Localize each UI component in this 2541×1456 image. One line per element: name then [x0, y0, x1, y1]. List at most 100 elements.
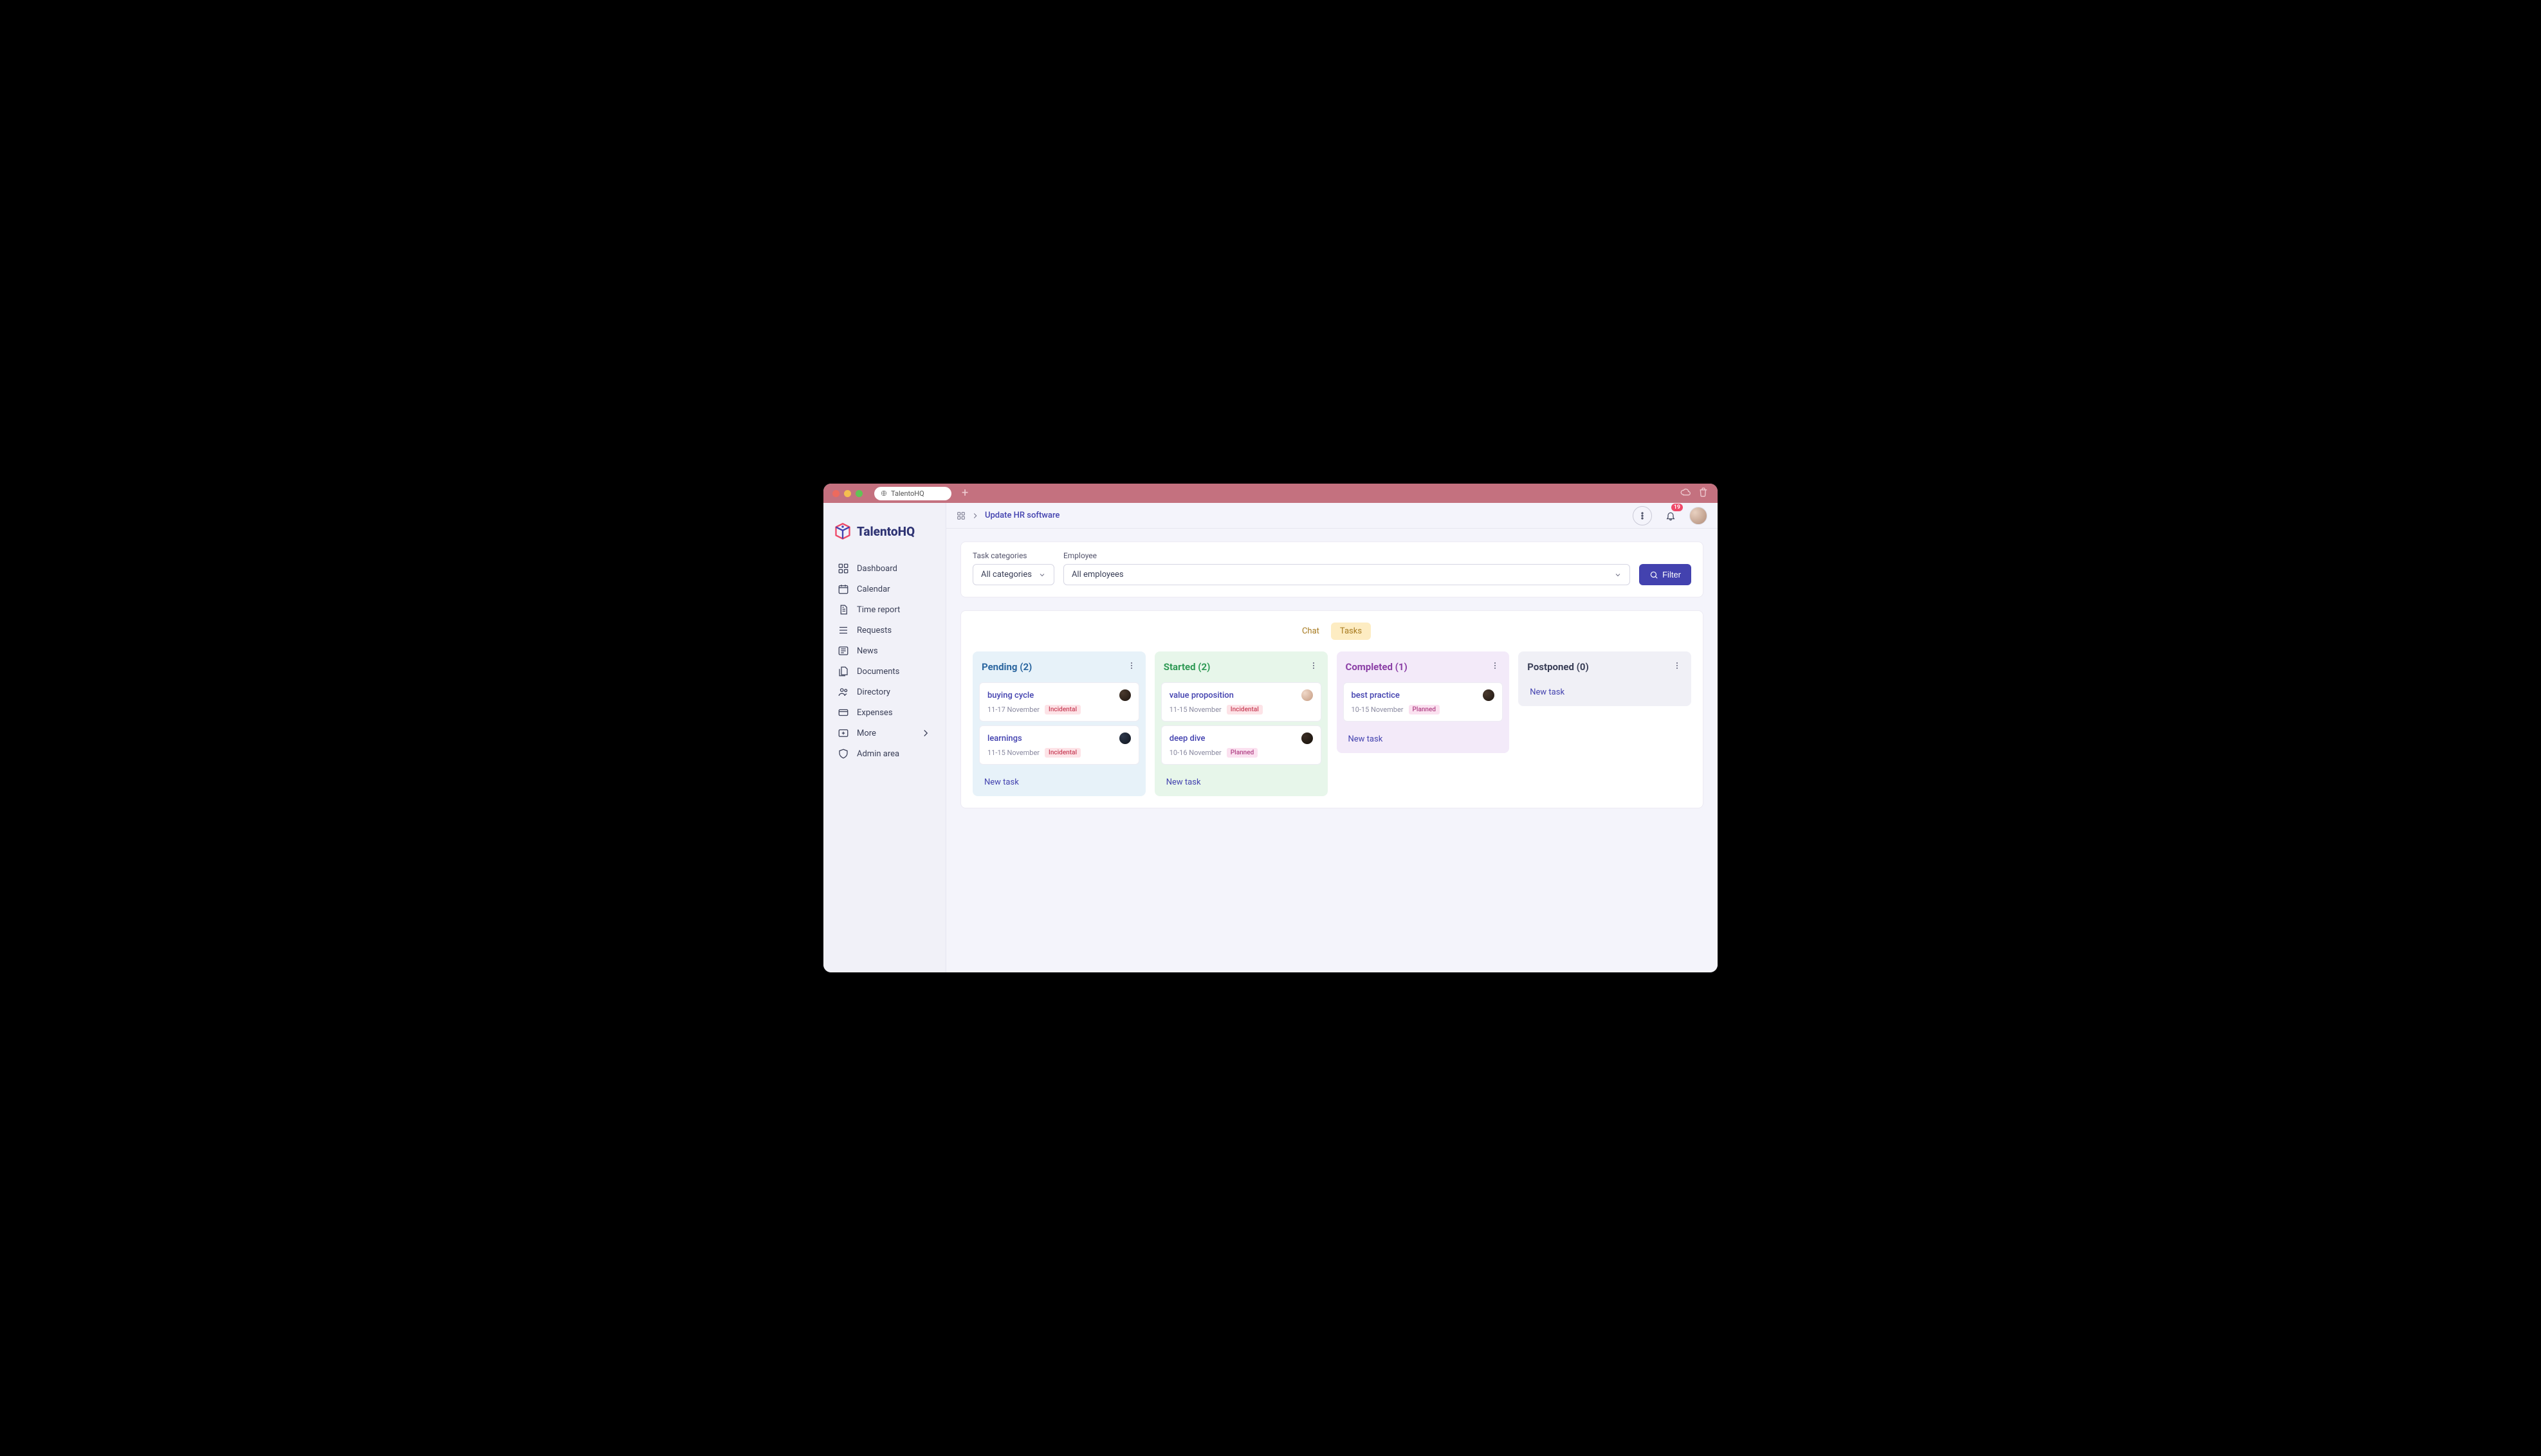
- board-columns: Pending (2) buying cycle: [973, 651, 1691, 796]
- column-postponed: Postponed (0) New task: [1518, 651, 1691, 706]
- grid-icon: [838, 563, 849, 574]
- employee-label: Employee: [1063, 551, 1630, 560]
- chevron-right-icon: [920, 727, 931, 739]
- task-dates: 11-15 November: [1170, 705, 1222, 714]
- sidebar-item-label: Directory: [857, 687, 890, 697]
- new-task-button[interactable]: New task: [1155, 770, 1328, 796]
- apps-icon[interactable]: [957, 511, 966, 520]
- sidebar-item-label: Requests: [857, 626, 892, 635]
- column-title: Postponed (0): [1527, 661, 1589, 673]
- trash-icon[interactable]: [1698, 487, 1709, 500]
- dots-vertical-icon: [1672, 660, 1682, 671]
- news-icon: [838, 645, 849, 657]
- task-dates: 11-17 November: [987, 705, 1040, 714]
- task-dates: 10-15 November: [1352, 705, 1404, 714]
- sidebar-item-label: Admin area: [857, 749, 899, 759]
- minimize-window-button[interactable]: [844, 490, 851, 497]
- sidebar-item-admin[interactable]: Admin area: [832, 743, 937, 764]
- sidebar-item-news[interactable]: News: [832, 641, 937, 661]
- tab-tasks[interactable]: Tasks: [1331, 623, 1371, 640]
- more-menu-button[interactable]: [1633, 506, 1652, 525]
- notifications-button[interactable]: 19: [1661, 506, 1680, 525]
- column-menu-button[interactable]: [1308, 660, 1319, 673]
- task-card[interactable]: learnings 11-15 November Incidental: [979, 725, 1139, 765]
- user-avatar[interactable]: [1689, 507, 1707, 525]
- users-icon: [838, 686, 849, 698]
- tab-chat[interactable]: Chat: [1293, 623, 1328, 640]
- column-menu-button[interactable]: [1126, 660, 1137, 673]
- sidebar-item-label: Documents: [857, 667, 899, 677]
- brand-text: TalentoHQ: [857, 524, 915, 539]
- cloud-icon[interactable]: [1680, 487, 1691, 500]
- assignee-avatar[interactable]: [1119, 733, 1131, 744]
- category-select[interactable]: All categories: [973, 564, 1054, 585]
- task-card[interactable]: best practice 10-15 November Planned: [1343, 682, 1503, 722]
- dots-vertical-icon: [1126, 660, 1137, 671]
- chevron-down-icon: [1614, 571, 1622, 579]
- sidebar-item-requests[interactable]: Requests: [832, 620, 937, 641]
- topbar: Update HR software 19: [946, 503, 1718, 529]
- maximize-window-button[interactable]: [856, 490, 863, 497]
- new-tab-button[interactable]: +: [958, 487, 972, 499]
- browser-tab[interactable]: TalentoHQ: [874, 487, 951, 500]
- chevron-right-icon: [971, 511, 980, 520]
- assignee-avatar[interactable]: [1301, 689, 1313, 701]
- employee-select[interactable]: All employees: [1063, 564, 1630, 585]
- sidebar-item-label: Dashboard: [857, 564, 897, 574]
- task-tag: Planned: [1227, 748, 1258, 758]
- task-tag: Incidental: [1045, 748, 1081, 758]
- brand-logo[interactable]: TalentoHQ: [832, 522, 937, 540]
- task-tag: Planned: [1409, 705, 1440, 714]
- list-icon: [838, 624, 849, 636]
- sidebar-item-more[interactable]: More: [832, 723, 937, 743]
- sidebar-item-directory[interactable]: Directory: [832, 682, 937, 702]
- breadcrumb: Update HR software: [957, 511, 1060, 520]
- category-label: Task categories: [973, 551, 1054, 560]
- shield-icon: [838, 748, 849, 760]
- sidebar-item-label: Time report: [857, 605, 900, 615]
- task-title: value proposition: [1170, 691, 1234, 700]
- column-menu-button[interactable]: [1490, 660, 1500, 673]
- plus-box-icon: [838, 727, 849, 739]
- new-task-button[interactable]: New task: [973, 770, 1146, 796]
- column-menu-button[interactable]: [1672, 660, 1682, 673]
- assignee-avatar[interactable]: [1483, 689, 1494, 701]
- sidebar-item-documents[interactable]: Documents: [832, 661, 937, 682]
- board-panel: Chat Tasks Pending (2): [960, 610, 1703, 808]
- task-tag: Incidental: [1227, 705, 1263, 714]
- sidebar-item-time-report[interactable]: Time report: [832, 599, 937, 620]
- dots-vertical-icon: [1637, 511, 1647, 521]
- window-controls: [832, 490, 863, 497]
- employee-value: All employees: [1072, 570, 1124, 579]
- dots-vertical-icon: [1490, 660, 1500, 671]
- task-card[interactable]: buying cycle 11-17 November Incidental: [979, 682, 1139, 722]
- breadcrumb-current: Update HR software: [985, 511, 1060, 520]
- sidebar-item-expenses[interactable]: Expenses: [832, 702, 937, 723]
- task-title: learnings: [987, 734, 1022, 743]
- sidebar-item-label: More: [857, 729, 876, 738]
- column-completed: Completed (1) best practice: [1337, 651, 1510, 753]
- filter-panel: Task categories All categories Employee …: [960, 541, 1703, 597]
- task-title: buying cycle: [987, 691, 1034, 700]
- board-tabs: Chat Tasks: [973, 623, 1691, 640]
- new-task-button[interactable]: New task: [1337, 727, 1510, 753]
- sidebar: TalentoHQ Dashboard Calendar Time report: [823, 503, 946, 972]
- notifications-badge: 19: [1671, 504, 1683, 511]
- sidebar-item-label: Expenses: [857, 708, 893, 718]
- assignee-avatar[interactable]: [1301, 733, 1313, 744]
- sidebar-item-calendar[interactable]: Calendar: [832, 579, 937, 599]
- sidebar-item-dashboard[interactable]: Dashboard: [832, 558, 937, 579]
- new-task-button[interactable]: New task: [1518, 680, 1691, 706]
- assignee-avatar[interactable]: [1119, 689, 1131, 701]
- task-card[interactable]: value proposition 11-15 November Inciden…: [1161, 682, 1321, 722]
- filter-button-label: Filter: [1662, 570, 1681, 579]
- task-title: deep dive: [1170, 734, 1206, 743]
- filter-button[interactable]: Filter: [1639, 564, 1691, 585]
- document-icon: [838, 604, 849, 615]
- app-window: TalentoHQ + TalentoHQ: [823, 484, 1718, 972]
- card-icon: [838, 707, 849, 718]
- task-card[interactable]: deep dive 10-16 November Planned: [1161, 725, 1321, 765]
- main-content: Update HR software 19 Task: [946, 503, 1718, 972]
- chevron-down-icon: [1038, 571, 1046, 579]
- close-window-button[interactable]: [832, 490, 839, 497]
